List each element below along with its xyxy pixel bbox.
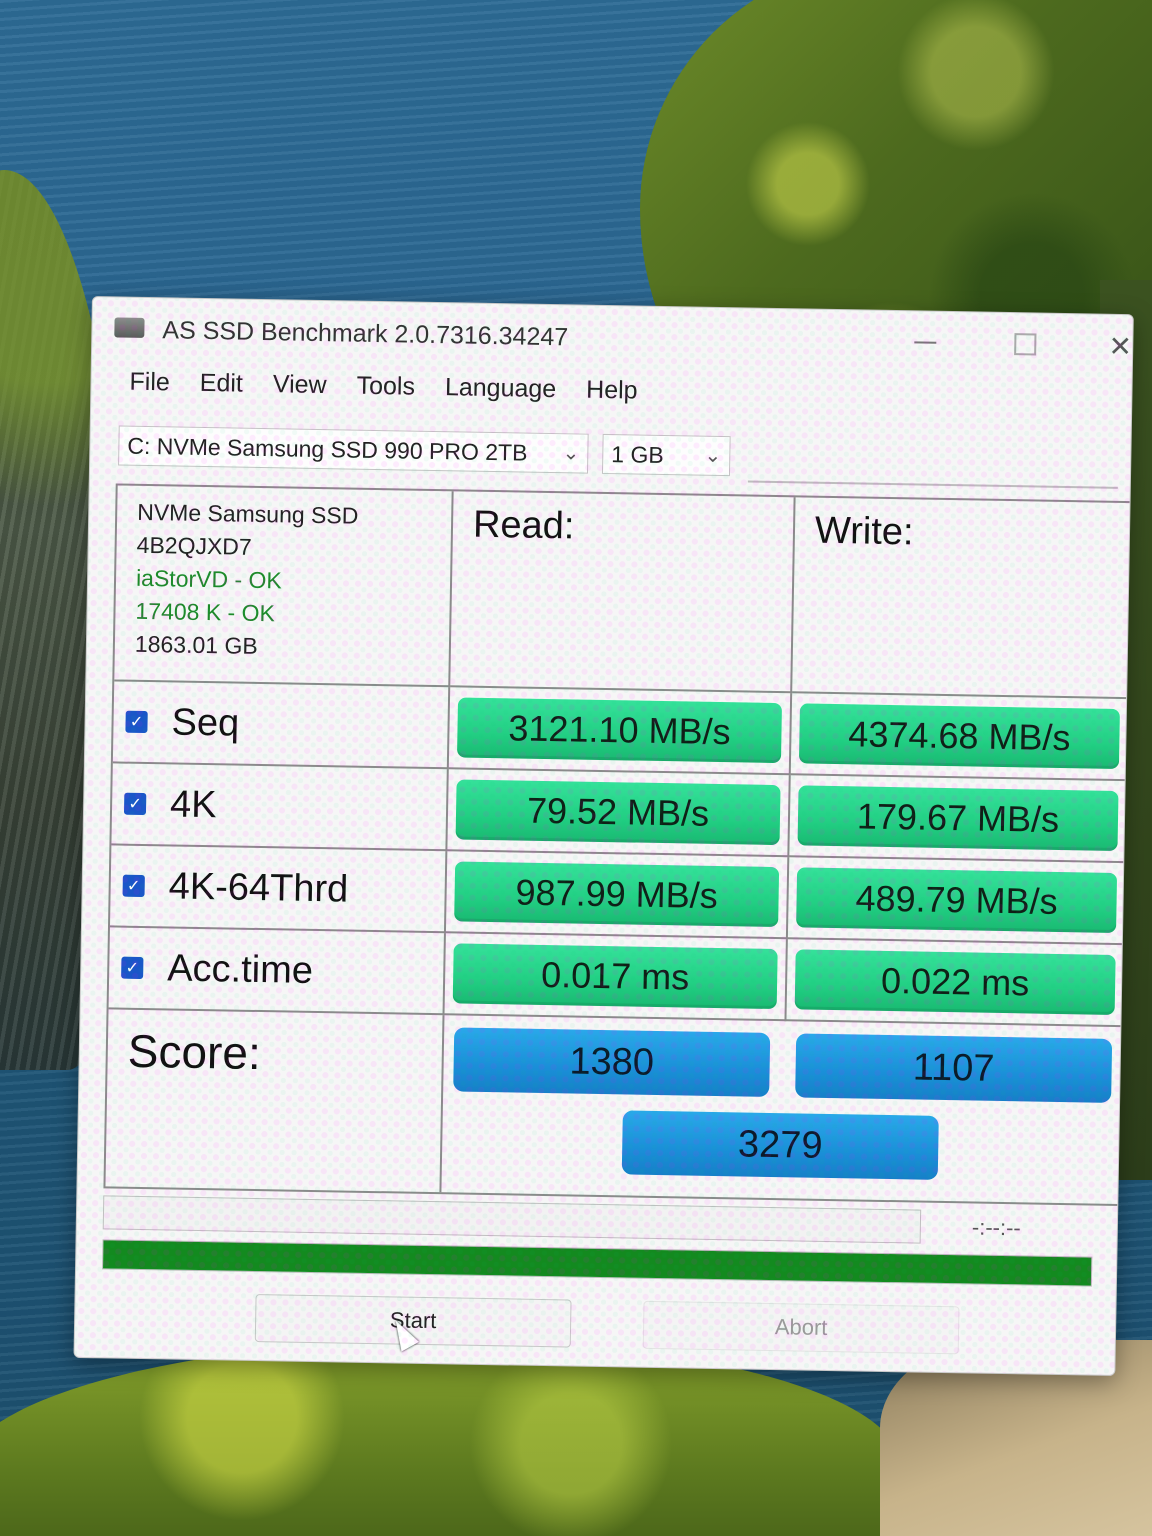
write-column-header: Write:	[792, 497, 1132, 700]
4k-write-result: 179.67 MB/s	[797, 785, 1119, 851]
test-size-dropdown[interactable]: 1 GB ⌄	[601, 433, 731, 477]
menu-edit[interactable]: Edit	[189, 365, 263, 406]
write-score: 1107	[795, 1033, 1113, 1103]
close-icon: ✕	[1108, 330, 1133, 362]
seq-read-result: 3121.10 MB/s	[457, 697, 783, 764]
as-ssd-window: AS SSD Benchmark 2.0.7316.34247 ✕ File E…	[73, 296, 1134, 1377]
menu-tools[interactable]: Tools	[346, 367, 435, 409]
drive-info-panel: NVMe Samsung SSD 4B2QJXD7 iaStorVD - OK …	[114, 485, 454, 688]
read-column-header: Read:	[450, 491, 796, 694]
row-label-text: Acc.time	[166, 946, 314, 992]
maximize-button[interactable]	[1007, 327, 1044, 362]
menu-file[interactable]: File	[119, 363, 190, 404]
read-score: 1380	[453, 1027, 771, 1097]
elapsed-time: -:--:--	[971, 1214, 1021, 1241]
drive-dropdown[interactable]: C: NVMe Samsung SSD 990 PRO 2TB ⌄	[118, 425, 589, 474]
4k-read-cell: 79.52 MB/s	[447, 769, 791, 858]
total-score: 3279	[621, 1110, 939, 1180]
acc-time-read-result: 0.017 ms	[452, 943, 778, 1010]
empty-field	[747, 440, 1119, 489]
menu-bar: File Edit View Tools Language Help	[119, 363, 658, 412]
seq-write-cell: 4374.68 MB/s	[790, 693, 1129, 782]
score-label: Score:	[105, 1009, 445, 1193]
seq-read-cell: 3121.10 MB/s	[448, 687, 793, 776]
4k-checkbox[interactable]: ✓	[123, 792, 147, 816]
menu-language[interactable]: Language	[435, 369, 577, 411]
4k-write-cell: 179.67 MB/s	[789, 775, 1127, 864]
row-label-4k: ✓ 4K	[111, 763, 449, 852]
test-size-value: 1 GB	[611, 440, 664, 468]
4k-64thrd-checkbox[interactable]: ✓	[122, 874, 145, 898]
row-label-text: Seq	[171, 700, 240, 745]
status-field	[102, 1195, 922, 1244]
progress-bar	[102, 1239, 1093, 1287]
drive-model: NVMe Samsung SSD	[137, 498, 359, 529]
driver-status: iaStorVD - OK	[135, 564, 283, 594]
4k-64thrd-read-cell: 987.99 MB/s	[445, 851, 790, 940]
abort-button[interactable]: Abort	[642, 1300, 960, 1355]
maximize-icon	[1014, 333, 1037, 356]
4k-64thrd-write-cell: 489.79 MB/s	[787, 857, 1126, 946]
seq-checkbox[interactable]: ✓	[125, 710, 148, 734]
row-label-text: 4K	[169, 782, 217, 826]
acc-time-write-cell: 0.022 ms	[786, 939, 1124, 1028]
seq-write-result: 4374.68 MB/s	[798, 703, 1120, 769]
close-button[interactable]: ✕	[1102, 329, 1134, 364]
4k-64thrd-read-result: 987.99 MB/s	[454, 861, 780, 928]
chevron-down-icon: ⌄	[704, 444, 722, 468]
row-label-seq: ✓ Seq	[112, 681, 451, 770]
drive-capacity: 1863.01 GB	[134, 630, 258, 659]
minimize-button[interactable]	[907, 325, 944, 360]
acc-time-read-cell: 0.017 ms	[444, 933, 788, 1022]
menu-help[interactable]: Help	[576, 371, 658, 412]
row-label-text: 4K-64Thrd	[168, 864, 349, 911]
row-label-4k-64thrd: ✓ 4K-64Thrd	[109, 845, 448, 934]
acc-time-checkbox[interactable]: ✓	[121, 956, 144, 979]
progress-fill	[103, 1240, 1092, 1286]
menu-view[interactable]: View	[262, 366, 346, 407]
drive-firmware: 4B2QJXD7	[136, 531, 252, 560]
row-label-acc-time: ✓ Acc.time	[108, 927, 446, 1016]
minimize-icon	[914, 341, 937, 344]
4k-read-result: 79.52 MB/s	[455, 779, 781, 846]
acc-time-write-result: 0.022 ms	[794, 949, 1116, 1015]
drive-icon	[114, 317, 145, 338]
drive-dropdown-value: C: NVMe Samsung SSD 990 PRO 2TB	[127, 432, 528, 466]
4k-64thrd-write-result: 489.79 MB/s	[796, 867, 1118, 933]
alignment-status: 17408 K - OK	[135, 597, 276, 627]
results-grid: NVMe Samsung SSD 4B2QJXD7 iaStorVD - OK …	[103, 483, 1134, 1207]
chevron-down-icon: ⌄	[562, 442, 580, 465]
window-title: AS SSD Benchmark 2.0.7316.34247	[162, 316, 569, 352]
